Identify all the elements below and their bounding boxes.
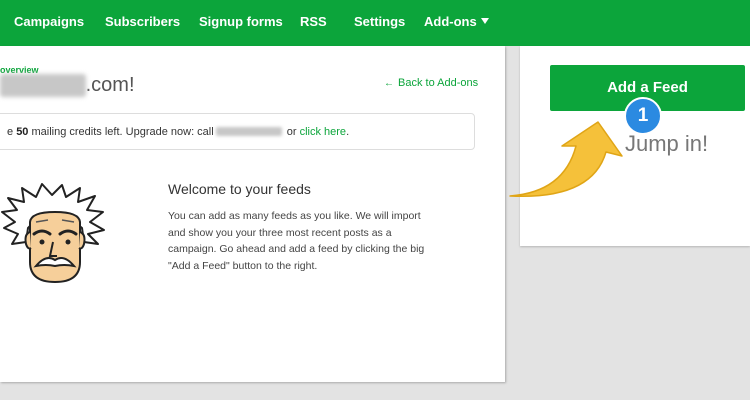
credits-or: or xyxy=(283,126,300,138)
nav-rss[interactable]: RSS xyxy=(300,14,327,29)
curved-arrow-icon xyxy=(509,121,623,198)
arrow-left-icon: ← xyxy=(384,78,394,89)
welcome-heading: Welcome to your feeds xyxy=(168,181,311,197)
chevron-down-icon xyxy=(480,18,489,24)
site-name-redacted: s1hosting xyxy=(0,74,86,97)
phone-redacted xyxy=(215,127,282,136)
nav-signup-forms[interactable]: Signup forms xyxy=(199,14,283,29)
credits-prefix: e xyxy=(7,126,17,138)
credits-text: e 50 mailing credits left. Upgrade now: … xyxy=(7,126,349,138)
step-number-badge: 1 xyxy=(624,97,662,135)
nav-addons-label: Add-ons xyxy=(424,14,477,29)
credits-middle: mailing credits left. Upgrade now: call xyxy=(28,126,214,138)
back-to-addons-link[interactable]: ← Back to Add-ons xyxy=(384,77,478,89)
nav-addons[interactable]: Add-ons xyxy=(424,14,489,29)
page-title: s1hosting.com! xyxy=(0,74,135,97)
credits-end: . xyxy=(346,126,350,138)
einstein-illustration xyxy=(1,183,105,284)
click-here-link[interactable]: click here xyxy=(300,126,346,138)
credits-count: 50 xyxy=(16,126,29,138)
nav-settings[interactable]: Settings xyxy=(354,14,405,29)
site-suffix: .com! xyxy=(85,74,135,96)
top-navbar: Campaigns Subscribers Signup forms RSS S… xyxy=(0,0,750,46)
welcome-description: You can add as many feeds as you like. W… xyxy=(168,210,425,272)
main-panel: overview s1hosting.com! ←Back to Add-ons… xyxy=(0,46,505,382)
jump-in-text: Jump in! xyxy=(625,131,709,156)
credits-notice: e 50 mailing credits left. Upgrade now: … xyxy=(0,113,475,150)
back-link-label: Back to Add-ons xyxy=(398,77,479,89)
nav-subscribers[interactable]: Subscribers xyxy=(105,14,180,29)
nav-campaigns[interactable]: Campaigns xyxy=(14,14,84,29)
